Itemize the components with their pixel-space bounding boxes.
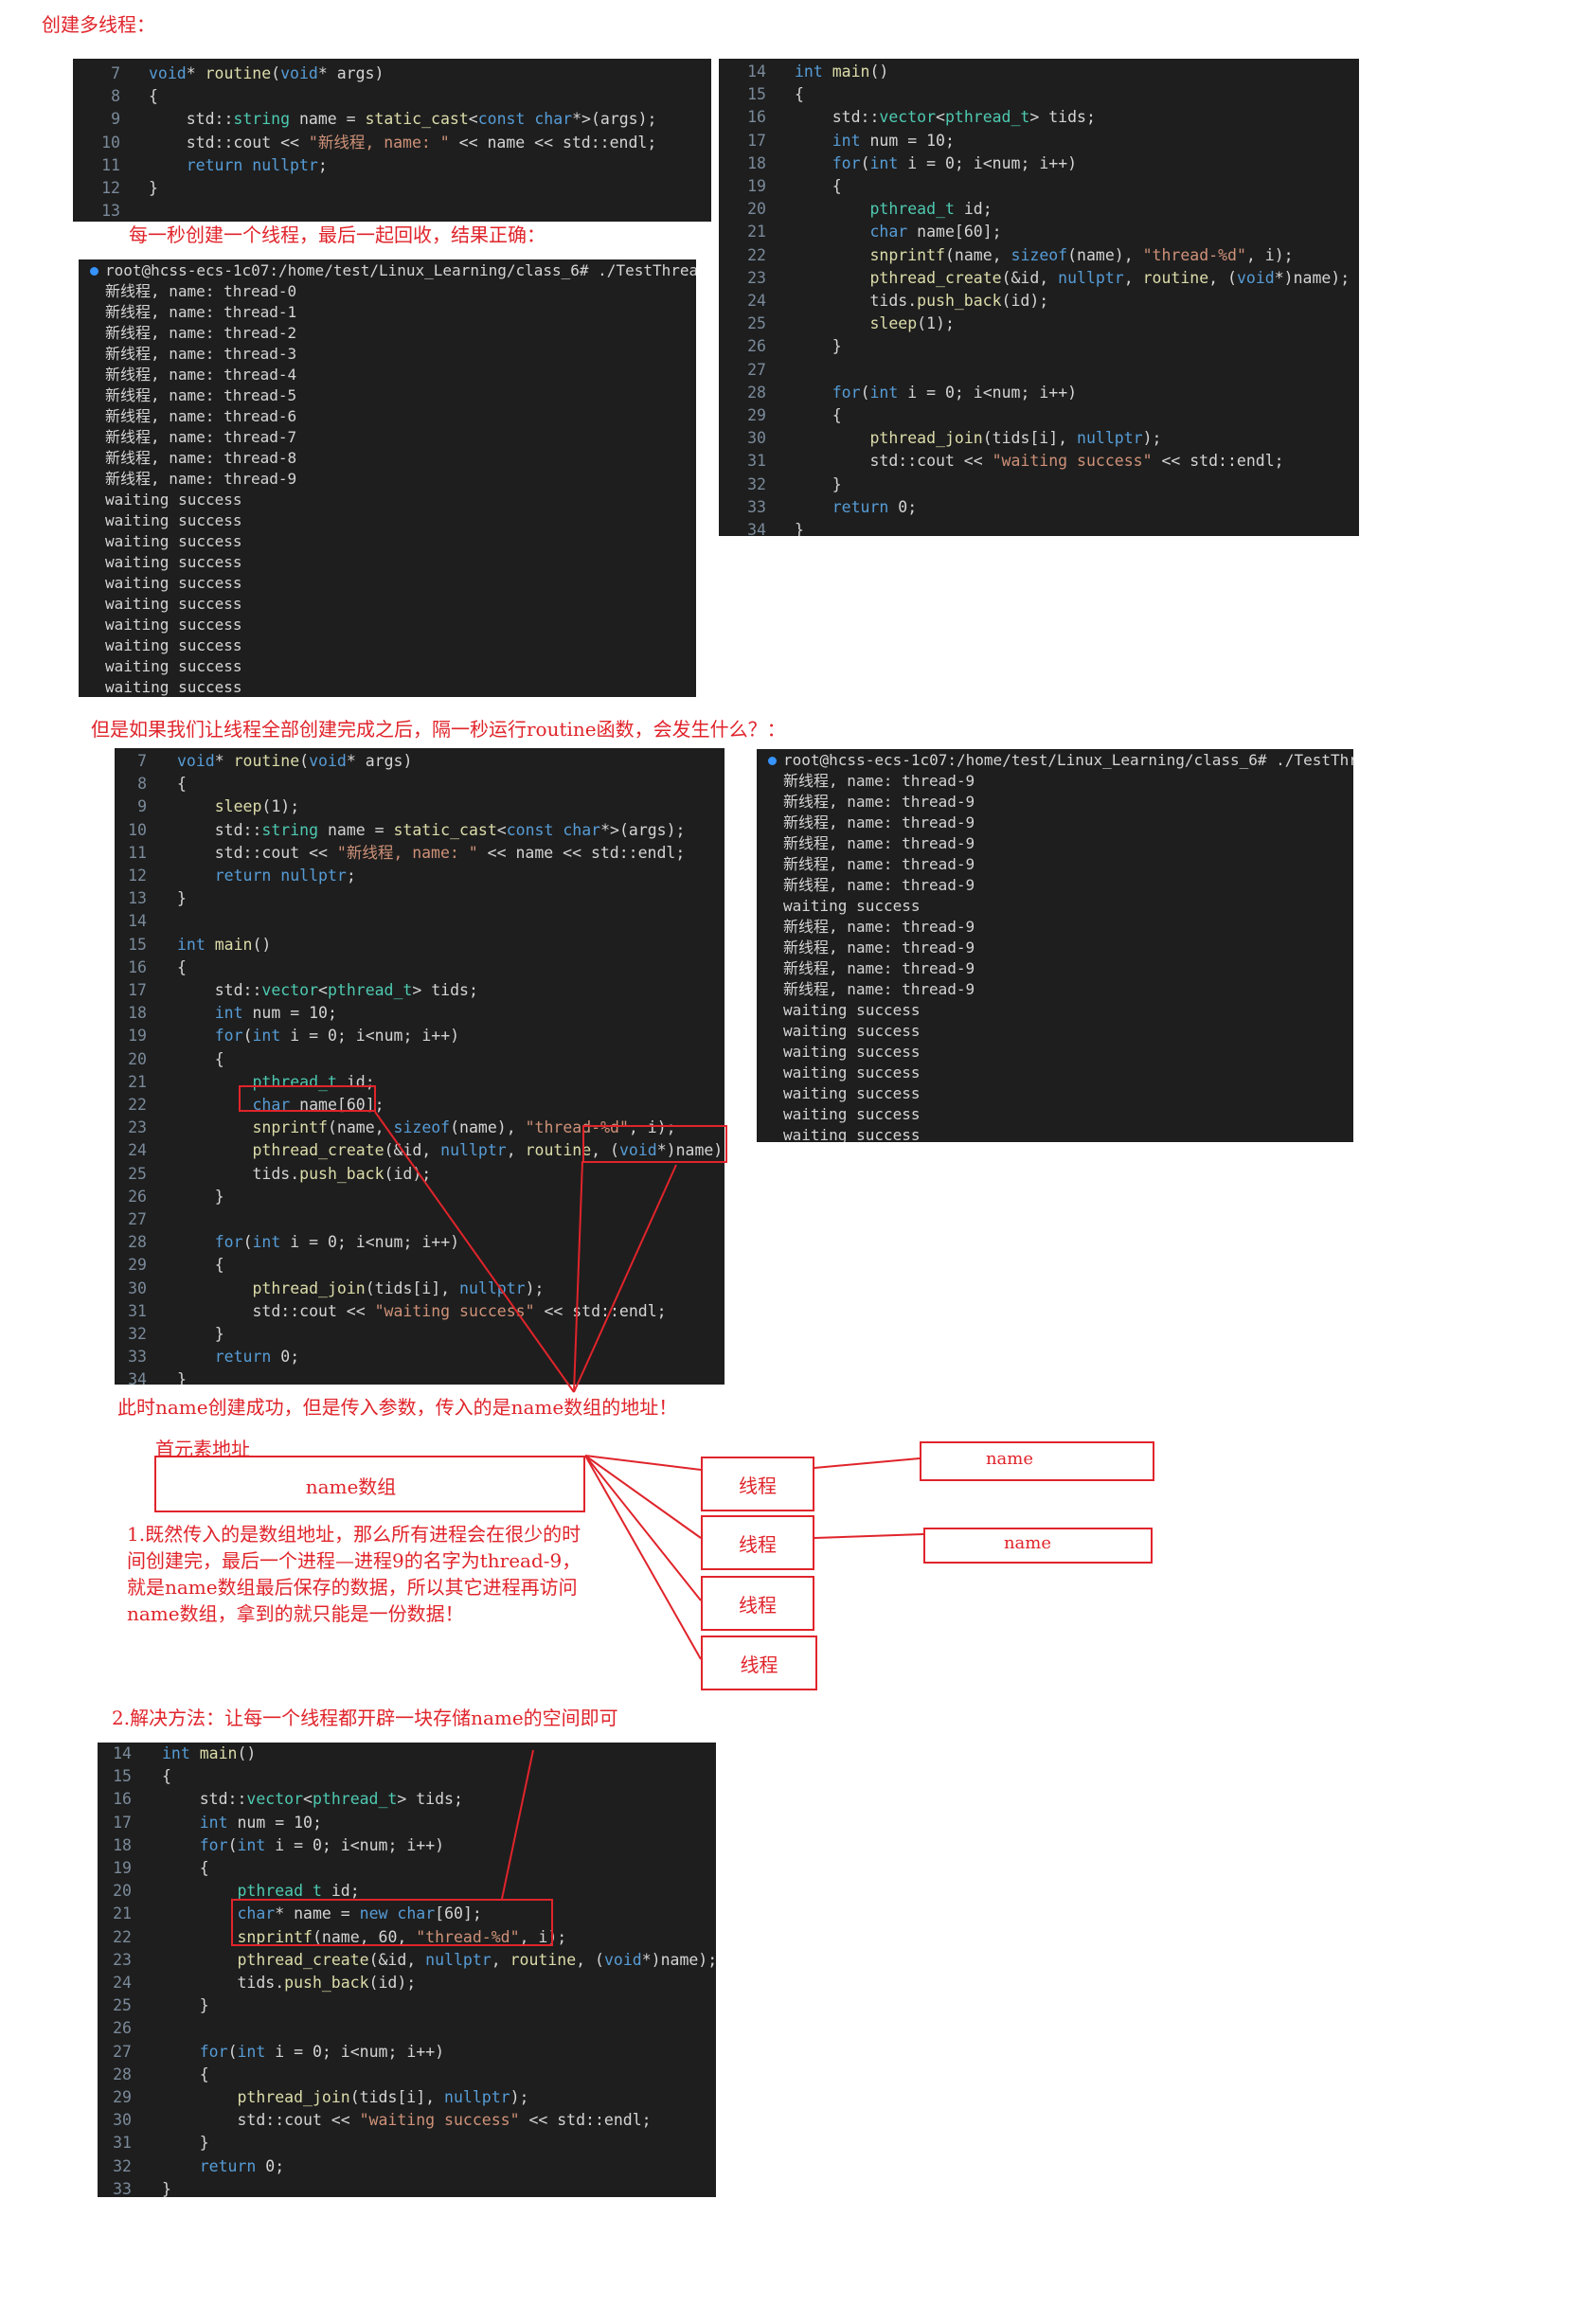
connector-line — [584, 1455, 702, 1601]
annotation-lines — [374, 1111, 924, 1900]
arrow-line — [573, 1164, 677, 1393]
connector-line — [814, 1457, 921, 1469]
connector-line — [584, 1455, 702, 1660]
arrow-line — [501, 1749, 534, 1900]
arrow-line — [573, 1160, 583, 1393]
connector-line — [814, 1533, 924, 1539]
arrow-line — [374, 1111, 575, 1393]
